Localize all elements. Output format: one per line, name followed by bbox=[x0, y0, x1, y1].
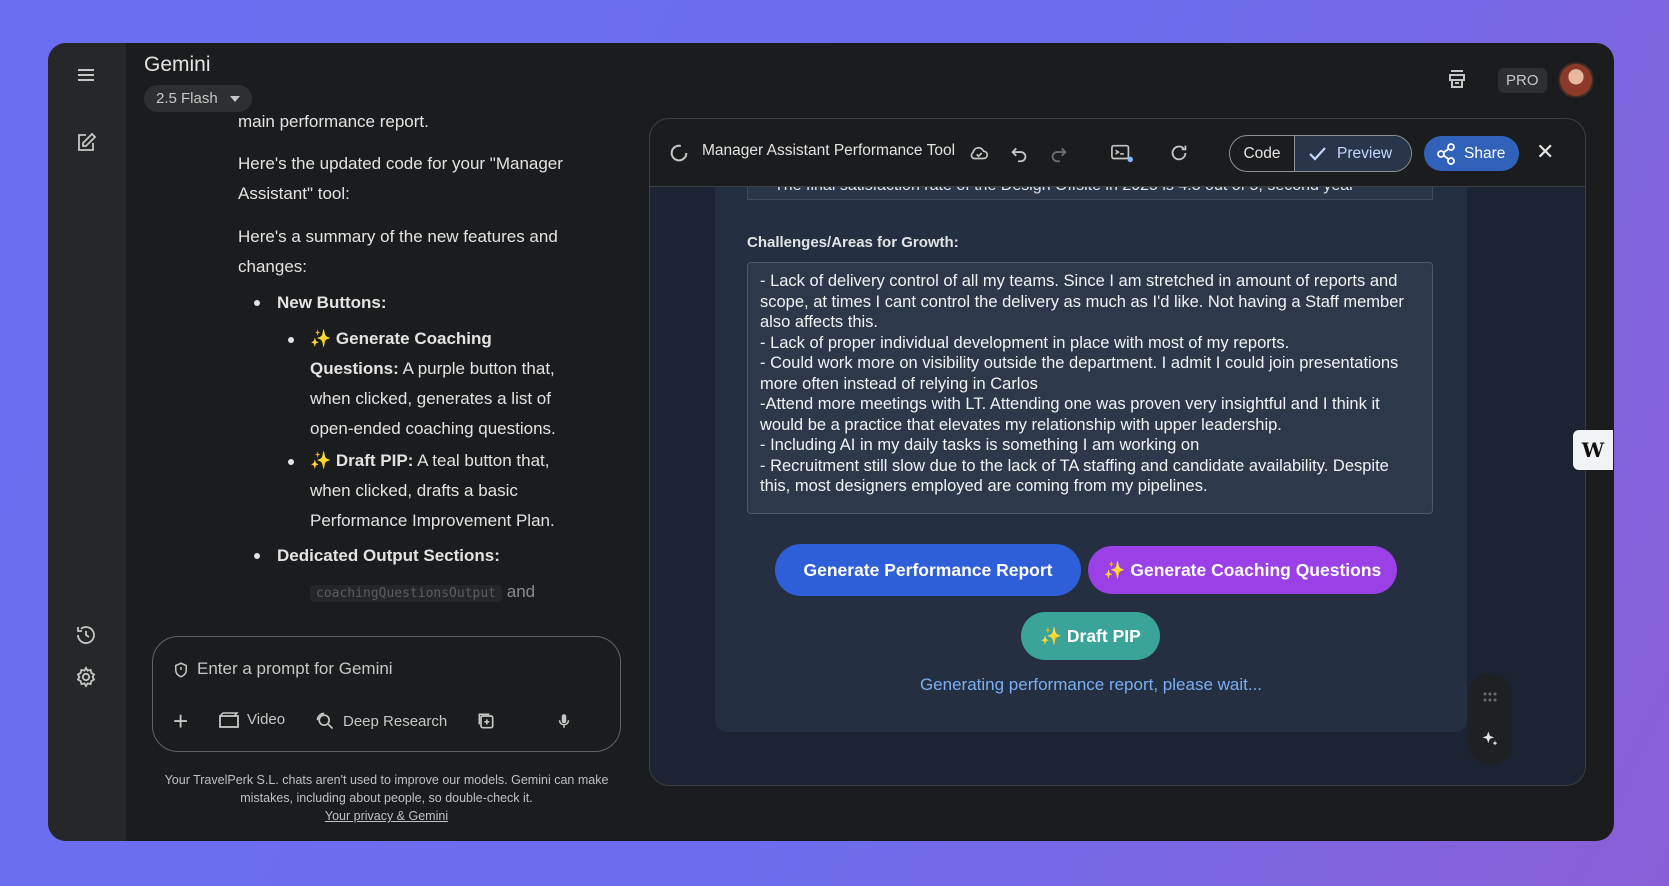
status-message: Generating performance report, please wa… bbox=[919, 675, 1263, 694]
video-label: Video bbox=[247, 711, 286, 728]
list-item-text: and bbox=[506, 582, 536, 601]
message-paragraph: Here's a summary of the new features and… bbox=[238, 227, 558, 276]
console-icon[interactable] bbox=[1110, 142, 1133, 164]
cloud-save-icon[interactable] bbox=[968, 142, 990, 164]
canvas-toolbar: Manager Assistant Performance Tool Code bbox=[650, 119, 1585, 187]
drag-handle-icon[interactable] bbox=[1483, 689, 1497, 707]
app-window: Gemini 2.5 Flash main performance report… bbox=[48, 43, 1614, 841]
shield-icon bbox=[172, 661, 190, 679]
loading-spinner-icon bbox=[668, 142, 690, 164]
bullet bbox=[254, 300, 260, 306]
canvas-panel: Manager Assistant Performance Tool Code bbox=[649, 118, 1586, 786]
chevron-down-icon bbox=[229, 96, 240, 102]
inline-code: coachingQuestionsOutput bbox=[310, 585, 503, 602]
settings-gear-icon[interactable] bbox=[74, 665, 98, 689]
list-item: ✨ Draft PIP: A teal button that, when cl… bbox=[310, 446, 580, 536]
microphone-button[interactable] bbox=[555, 711, 573, 731]
generate-coaching-questions-button[interactable]: ✨ Generate Coaching Questions bbox=[1088, 546, 1397, 594]
privacy-link[interactable]: Your privacy & Gemini bbox=[325, 809, 448, 823]
left-rail bbox=[48, 43, 126, 841]
deep-research-label: Deep Research bbox=[343, 712, 448, 730]
new-chat-icon[interactable] bbox=[74, 131, 98, 155]
plus-icon: + bbox=[173, 706, 189, 736]
add-button[interactable]: + bbox=[173, 706, 189, 736]
prompt-box[interactable]: Enter a prompt for Gemini + Video Deep R… bbox=[152, 636, 621, 752]
bullet bbox=[254, 553, 260, 559]
field-label-challenges: Challenges/Areas for Growth: bbox=[747, 234, 959, 251]
view-toggle: Code Preview bbox=[1229, 135, 1412, 172]
model-selector[interactable]: 2.5 Flash bbox=[144, 85, 252, 112]
canvas-tool-button[interactable] bbox=[476, 711, 496, 731]
draft-pip-button[interactable]: ✨ Draft PIP bbox=[1021, 612, 1160, 660]
pro-badge: PRO bbox=[1498, 68, 1547, 93]
print-icon[interactable] bbox=[1445, 67, 1471, 93]
microphone-icon bbox=[558, 714, 570, 728]
model-selector-label: 2.5 Flash bbox=[156, 90, 218, 107]
list-item-label: New Buttons: bbox=[277, 293, 387, 312]
list-item-title: Draft PIP: bbox=[335, 451, 414, 470]
disclaimer: Your TravelPerk S.L. chats aren't used t… bbox=[152, 771, 621, 825]
checkmark-icon bbox=[1307, 136, 1327, 171]
bullet bbox=[288, 337, 294, 343]
list-item: ✨ Generate Coaching Questions: A purple … bbox=[310, 324, 580, 444]
app-title: Gemini bbox=[144, 53, 211, 76]
history-icon[interactable] bbox=[74, 623, 98, 647]
share-icon bbox=[1436, 136, 1456, 184]
avatar[interactable] bbox=[1558, 62, 1594, 98]
sparkle-icon: ✨ bbox=[310, 329, 332, 348]
previous-textarea[interactable]: The final satisfaction rate of the Desig… bbox=[747, 187, 1433, 200]
previous-textarea-text: The final satisfaction rate of the Desig… bbox=[774, 187, 1354, 195]
share-button[interactable]: Share bbox=[1424, 136, 1519, 171]
disclaimer-text: Your TravelPerk S.L. chats aren't used t… bbox=[164, 773, 609, 805]
redo-icon[interactable] bbox=[1048, 142, 1070, 164]
side-extension-badge[interactable]: W bbox=[1573, 430, 1613, 470]
tab-preview[interactable]: Preview bbox=[1295, 136, 1411, 171]
share-label: Share bbox=[1464, 145, 1506, 162]
preview-area: The final satisfaction rate of the Desig… bbox=[650, 187, 1585, 785]
undo-icon[interactable] bbox=[1008, 142, 1030, 164]
menu-icon[interactable] bbox=[74, 63, 98, 87]
ai-edit-sparkle-icon[interactable] bbox=[1480, 729, 1500, 754]
generate-report-button[interactable]: Generate Performance Report bbox=[775, 544, 1081, 596]
list-item: coachingQuestionsOutput and bbox=[310, 577, 610, 609]
clapper-icon bbox=[219, 711, 239, 728]
tab-code[interactable]: Code bbox=[1230, 136, 1295, 171]
prompt-input[interactable]: Enter a prompt for Gemini bbox=[197, 659, 393, 679]
message-paragraph: Here's the updated code for your "Manage… bbox=[238, 154, 563, 203]
tab-preview-label: Preview bbox=[1337, 145, 1393, 162]
canvas-title: Manager Assistant Performance Tool bbox=[702, 142, 956, 159]
canvas-icon bbox=[478, 713, 494, 729]
form-card: The final satisfaction rate of the Desig… bbox=[715, 187, 1467, 732]
message-cut-line: main performance report. bbox=[238, 112, 429, 131]
bullet bbox=[288, 459, 294, 465]
deep-research-button[interactable]: Deep Research bbox=[315, 711, 447, 731]
sparkle-icon: ✨ bbox=[310, 451, 332, 470]
refresh-icon[interactable] bbox=[1168, 142, 1190, 164]
list-item-label: Dedicated Output Sections: bbox=[277, 546, 500, 565]
close-icon[interactable]: ✕ bbox=[1536, 139, 1554, 165]
challenges-textarea[interactable]: - Lack of delivery control of all my tea… bbox=[747, 262, 1433, 514]
floating-toolbar bbox=[1468, 673, 1512, 765]
video-button[interactable]: Video bbox=[219, 711, 285, 728]
deep-research-icon bbox=[316, 712, 334, 730]
